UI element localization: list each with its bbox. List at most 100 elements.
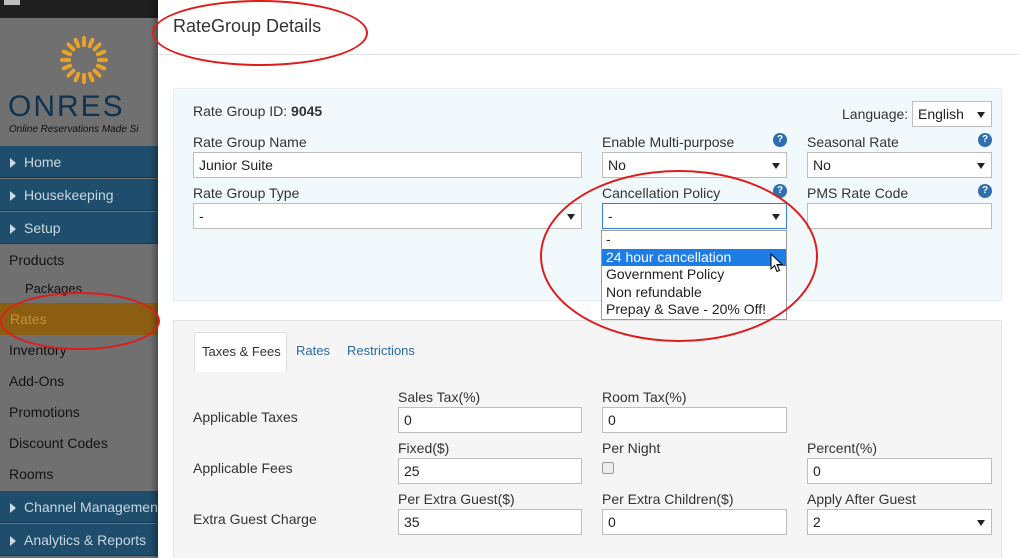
fixed-fee-label: Fixed($) [398, 440, 450, 456]
nav-label: Discount Codes [9, 435, 108, 451]
rategroup-details-modal: RateGroup Details Rate Group ID: 9045 La… [158, 0, 1020, 558]
rate-group-type-select[interactable]: - [193, 203, 582, 229]
nav-label: Rates [10, 311, 47, 327]
nav-add-ons[interactable]: Add-Ons [0, 365, 160, 397]
multipurpose-label: Enable Multi-purpose [602, 134, 735, 150]
per-extra-guest-input[interactable]: 35 [398, 509, 582, 535]
help-icon[interactable]: ? [773, 184, 787, 198]
nav-label: Setup [24, 220, 61, 236]
nav-label: Analytics & Reports [24, 532, 147, 548]
chevron-down-icon [977, 163, 985, 169]
percent-fee-input[interactable]: 0 [807, 458, 992, 484]
per-extra-children-input[interactable]: 0 [602, 509, 787, 535]
nav-label: Add-Ons [9, 373, 65, 389]
caret-right-icon [10, 158, 16, 169]
caret-right-icon [10, 191, 16, 202]
tab-restrictions[interactable]: Restrictions [347, 332, 415, 372]
dropdown-option[interactable]: Government Policy [602, 266, 786, 284]
rate-group-id: Rate Group ID: 9045 [193, 103, 322, 119]
chevron-down-icon [567, 214, 575, 220]
seasonal-rate-label: Seasonal Rate [807, 134, 899, 150]
tab-panel: Taxes & Fees Rates Restrictions Applicab… [173, 320, 1002, 558]
rate-group-name-input[interactable]: Junior Suite [193, 152, 582, 178]
dropdown-option[interactable]: - [602, 231, 786, 249]
logo-tagline: Online Reservations Made Si [9, 124, 139, 135]
per-extra-children-label: Per Extra Children($) [602, 491, 734, 507]
dropdown-option[interactable]: Non refundable [602, 284, 786, 302]
sidebar: ONRES Online Reservations Made Si Home H… [0, 0, 160, 558]
caret-right-icon [10, 224, 16, 235]
rate-group-type-label: Rate Group Type [193, 185, 300, 201]
extra-guest-charge-label: Extra Guest Charge [193, 511, 317, 527]
mouse-cursor-icon [770, 253, 784, 273]
menu-icon[interactable] [4, 0, 20, 5]
nav-label: Promotions [9, 404, 80, 420]
tab-rates[interactable]: Rates [296, 332, 330, 372]
nav-label: Channel Management [24, 499, 160, 515]
cancellation-policy-value: - [608, 208, 613, 224]
chevron-down-icon [977, 112, 985, 118]
nav-inventory[interactable]: Inventory [0, 334, 160, 366]
rate-group-info-panel: Rate Group ID: 9045 Language: English Ra… [173, 88, 1002, 301]
help-icon[interactable]: ? [978, 133, 992, 147]
cancellation-policy-label: Cancellation Policy [602, 185, 721, 201]
chevron-down-icon [772, 214, 780, 220]
nav-label: Housekeeping [24, 187, 114, 203]
applicable-taxes-label: Applicable Taxes [193, 409, 298, 425]
modal-title: RateGroup Details [173, 16, 322, 36]
per-night-label: Per Night [602, 440, 661, 456]
nav-products[interactable]: Products [0, 244, 160, 276]
cancellation-policy-dropdown: - 24 hour cancellation Government Policy… [601, 230, 787, 320]
top-bar [0, 0, 160, 18]
language-value: English [918, 106, 964, 122]
sales-tax-label: Sales Tax(%) [398, 389, 481, 405]
dropdown-option-highlighted[interactable]: 24 hour cancellation [602, 248, 786, 267]
per-night-checkbox[interactable] [602, 462, 614, 474]
nav-label: Home [24, 154, 62, 170]
tab-taxes-fees[interactable]: Taxes & Fees [194, 332, 287, 372]
nav-home[interactable]: Home [0, 146, 160, 178]
modal-header: RateGroup Details [158, 0, 1020, 55]
caret-right-icon [10, 503, 16, 514]
nav-promotions[interactable]: Promotions [0, 396, 160, 428]
nav-label: Products [9, 252, 65, 268]
nav-packages[interactable]: Packages [0, 273, 160, 305]
language-label: Language: [842, 106, 909, 122]
seasonal-rate-select[interactable]: No [807, 152, 992, 178]
chevron-down-icon [772, 163, 780, 169]
chevron-down-icon [977, 520, 985, 526]
applicable-fees-label: Applicable Fees [193, 460, 293, 476]
pms-rate-code-label: PMS Rate Code [807, 185, 909, 201]
nav-setup[interactable]: Setup [0, 212, 160, 244]
nav-discount-codes[interactable]: Discount Codes [0, 427, 160, 459]
nav-rates[interactable]: Rates [0, 303, 160, 335]
logo: ONRES Online Reservations Made Si [0, 18, 160, 146]
rate-group-type-value: - [199, 208, 204, 224]
pms-rate-code-input[interactable] [807, 203, 992, 229]
dropdown-option[interactable]: Prepay & Save - 20% Off! [602, 301, 786, 319]
nav-analytics-reports[interactable]: Analytics & Reports [0, 524, 160, 556]
logo-text: ONRES [8, 90, 125, 123]
nav-label: Inventory [9, 342, 67, 358]
rate-group-id-label: Rate Group ID: [193, 103, 288, 119]
per-extra-guest-label: Per Extra Guest($) [398, 491, 515, 507]
nav-housekeeping[interactable]: Housekeeping [0, 179, 160, 211]
language-select[interactable]: English [912, 101, 992, 127]
fixed-fee-input[interactable]: 25 [398, 458, 582, 484]
help-icon[interactable]: ? [773, 133, 787, 147]
nav-label: Rooms [9, 466, 54, 482]
cancellation-policy-select[interactable]: - [602, 203, 787, 229]
percent-fee-label: Percent(%) [807, 440, 878, 456]
nav-channel-management[interactable]: Channel Management [0, 491, 160, 523]
apply-after-guest-select[interactable]: 2 [807, 509, 992, 535]
modal-body: Rate Group ID: 9045 Language: English Ra… [158, 55, 1020, 558]
nav-rooms[interactable]: Rooms [0, 458, 160, 490]
room-tax-input[interactable]: 0 [602, 407, 787, 433]
nav-label: Packages [25, 281, 83, 296]
sales-tax-input[interactable]: 0 [398, 407, 582, 433]
sun-logo-icon [60, 36, 108, 84]
rate-group-name-label: Rate Group Name [193, 134, 307, 150]
help-icon[interactable]: ? [978, 184, 992, 198]
multipurpose-select[interactable]: No [602, 152, 787, 178]
apply-after-guest-label: Apply After Guest [807, 491, 916, 507]
